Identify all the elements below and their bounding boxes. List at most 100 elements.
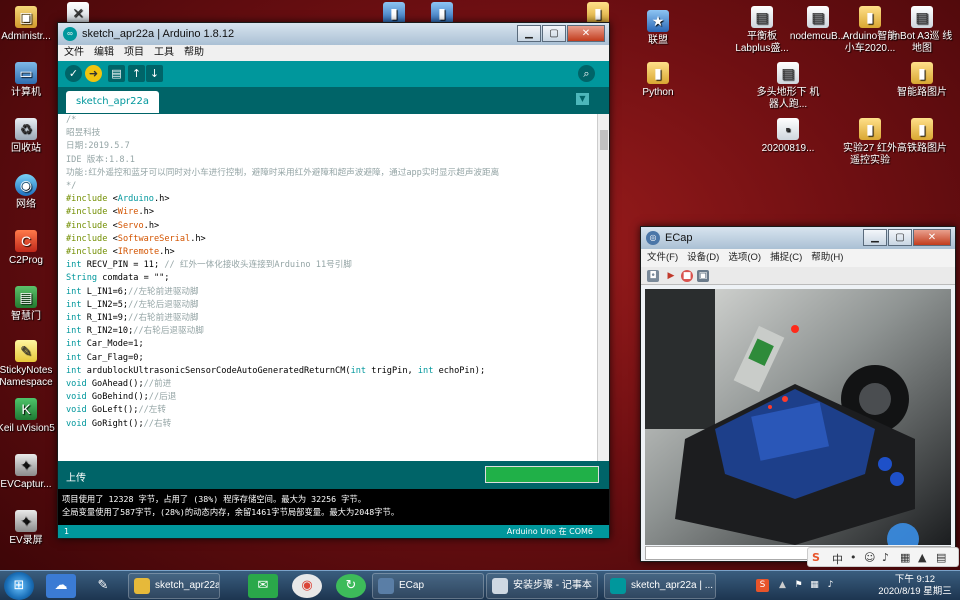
desktop-icon[interactable]: C C2Prog <box>0 230 58 267</box>
code-text[interactable]: /* 昭昱科技 日期:2019.5.7 IDE 版本:1.8.1 功能:红外遥控和蓝牙可… <box>66 114 595 431</box>
ecap-menu-item[interactable]: 捕捉(C) <box>770 249 802 267</box>
ecap-menu-item[interactable]: 选项(O) <box>728 249 761 267</box>
clock[interactable]: 下午 9:12 2020/8/19 星期三 <box>876 574 954 598</box>
taskbar-item[interactable]: sketch_apr22a | ... <box>604 573 716 599</box>
ime-chinese-mode-icon[interactable]: 中 <box>832 551 843 567</box>
desktop-icon[interactable]: ▮ 智能路图片 <box>890 62 954 99</box>
arduino-toolbar: ✓ ➜ ▤ ↑ ↓ ⌕ <box>58 61 609 87</box>
ime-emoji-icon[interactable]: ☺ <box>864 551 875 564</box>
code-token: echoPin); <box>433 365 486 376</box>
ecap-menu-item[interactable]: 帮助(H) <box>811 249 843 267</box>
verify-button[interactable]: ✓ <box>65 65 82 82</box>
maximize-button[interactable]: ▢ <box>542 25 566 42</box>
pinned-paint-icon[interactable]: ✎ <box>88 574 118 598</box>
desktop-icon[interactable]: ▮ Python <box>626 62 690 99</box>
desktop-icon[interactable]: ✦ EV录屏 <box>0 510 58 547</box>
taskbar-item[interactable]: 安装步骤 - 记事本 <box>486 573 598 599</box>
tray-sogou-icon[interactable]: S <box>756 579 769 592</box>
tray-action-center-icon[interactable]: ⚑ <box>792 579 805 592</box>
progress-fill <box>486 467 598 482</box>
desktop-icon[interactable]: ▤ mBot A3巡 线地图 <box>890 6 954 54</box>
tray-network-icon[interactable]: ▦ <box>808 579 821 592</box>
desktop-icon[interactable]: ◉ 网络 <box>0 174 58 211</box>
desktop-icon[interactable]: ✦ EVCaptur... <box>0 454 58 491</box>
taskbar-item[interactable]: sketch_apr22a <box>128 573 220 599</box>
menu-item[interactable]: 项目 <box>124 45 144 61</box>
ime-punct-icon[interactable]: • <box>850 551 857 564</box>
recycle-bin-icon: ♻ <box>15 118 37 140</box>
code-token: .h> <box>153 194 170 205</box>
code-editor[interactable]: /* 昭昱科技 日期:2019.5.7 IDE 版本:1.8.1 功能:红外遥控和蓝牙可… <box>58 114 609 461</box>
desktop-icon[interactable]: ▤ 多头地形下 机器人跑... <box>756 62 820 110</box>
ime-keyboard-icon[interactable]: ▦ <box>900 551 910 564</box>
folder-icon: ▮ <box>859 6 881 28</box>
pinned-360-icon[interactable]: ↻ <box>336 574 366 598</box>
desktop-icon-label: EVCaptur... <box>0 479 52 490</box>
desktop-icon[interactable]: ▤ 智慧门 <box>0 286 58 323</box>
smart-door-icon: ▤ <box>15 286 37 308</box>
desktop-icon-label: 平衡板 Labplus盛... <box>735 31 789 54</box>
code-token: Car_Mode=1; <box>81 339 144 350</box>
pinned-wechat-icon[interactable]: ✉ <box>248 574 278 598</box>
code-line: 昭昱科技 <box>66 127 595 140</box>
ecap-titlebar[interactable]: ◎ ECap ▁ ▢ ✕ <box>641 227 955 249</box>
code-token: void <box>66 379 87 390</box>
ime-toolbar[interactable]: S 中 • ☺ ♪ ▦ ▲ ▤ <box>807 547 959 567</box>
desktop-icon[interactable]: ▤ 平衡板 Labplus盛... <box>730 6 794 54</box>
desktop-icon-label: 网络 <box>16 199 36 210</box>
minimize-button[interactable]: ▁ <box>517 25 541 42</box>
arduino-ide-window[interactable]: ∞ sketch_apr22a | Arduino 1.8.12 ▁ ▢ ✕ 文… <box>57 22 610 539</box>
menu-item[interactable]: 帮助 <box>184 45 204 61</box>
save-sketch-button[interactable]: ↓ <box>146 65 163 82</box>
desktop-icon[interactable]: ✎ StickyNotes Namespace <box>0 340 58 388</box>
desktop-icon[interactable]: ▮ 高铁路图片 <box>890 118 954 155</box>
upload-progress-bar <box>485 466 599 483</box>
code-line: int R_IN2=10;//右轮后退驱动脚 <box>66 325 595 338</box>
ime-mic-icon[interactable]: ♪ <box>882 551 889 564</box>
code-line: void GoAhead();//前进 <box>66 378 595 391</box>
close-button[interactable]: ✕ <box>567 25 605 42</box>
sogou-icon[interactable]: S <box>812 551 820 564</box>
tray-show-hidden-icon[interactable]: ▲ <box>776 579 789 592</box>
menu-item[interactable]: 文件 <box>64 45 84 61</box>
ecap-minimize-button[interactable]: ▁ <box>863 229 887 246</box>
pinned-chrome-icon[interactable]: ◉ <box>292 574 322 598</box>
code-line: int Car_Mode=1; <box>66 338 595 351</box>
ime-tools-icon[interactable]: ▤ <box>936 551 946 564</box>
desktop-icon[interactable]: ▭ 计算机 <box>0 62 58 99</box>
code-line: #include <Servo.h> <box>66 220 595 233</box>
taskbar-item[interactable]: ECap <box>372 573 484 599</box>
output-console[interactable]: 项目使用了 12328 字节，占用了 (38%) 程序存储空间。最大为 3225… <box>58 489 609 525</box>
camera-icon[interactable]: ◘ <box>647 270 659 282</box>
ime-skin-icon[interactable]: ▲ <box>918 551 926 564</box>
record-icon[interactable]: ▶ <box>665 270 677 282</box>
serial-monitor-button[interactable]: ⌕ <box>578 65 595 82</box>
ecap-maximize-button[interactable]: ▢ <box>888 229 912 246</box>
ecap-menu-item[interactable]: 设备(D) <box>687 249 719 267</box>
ecap-window[interactable]: ◎ ECap ▁ ▢ ✕ 文件(F) 设备(D) 选项(O) 捕捉(C) 帮助(H) ◘… <box>640 226 956 562</box>
ecap-close-button[interactable]: ✕ <box>913 229 951 246</box>
upload-button[interactable]: ➜ <box>85 65 102 82</box>
open-sketch-button[interactable]: ↑ <box>128 65 145 82</box>
snapshot-icon[interactable]: ▣ <box>697 270 709 282</box>
desktop-icon[interactable]: ★ 联盟 <box>626 10 690 47</box>
pinned-baidu-netdisk-icon[interactable]: ☁ <box>46 574 76 598</box>
desktop-icon[interactable]: ♻ 回收站 <box>0 118 58 155</box>
menu-item[interactable]: 工具 <box>154 45 174 61</box>
folder-icon: ▮ <box>911 62 933 84</box>
code-token: */ <box>66 181 77 192</box>
stop-icon[interactable]: ■ <box>681 270 693 282</box>
tab-sketch[interactable]: sketch_apr22a <box>66 91 159 113</box>
desktop-icon[interactable]: K Keil uVision5 <box>0 398 58 435</box>
new-sketch-button[interactable]: ▤ <box>108 65 125 82</box>
code-line: 功能:红外遥控和蓝牙可以同时对小车进行控制，避障时采用红外避障和超声波避障，通过… <box>66 167 595 180</box>
start-button[interactable]: ⊞ <box>4 572 34 600</box>
tray-volume-icon[interactable]: ♪ <box>824 579 837 592</box>
menu-item[interactable]: 编辑 <box>94 45 114 61</box>
editor-scrollbar[interactable] <box>597 114 609 461</box>
tab-menu-chevron-down-icon[interactable]: ▼ <box>576 93 589 105</box>
ecap-menu-item[interactable]: 文件(F) <box>647 249 678 267</box>
arduino-titlebar[interactable]: ∞ sketch_apr22a | Arduino 1.8.12 ▁ ▢ ✕ <box>58 23 609 45</box>
desktop-icon-label: 联盟 <box>648 35 668 46</box>
desktop-icon[interactable]: ▪ 20200819... <box>756 118 820 155</box>
